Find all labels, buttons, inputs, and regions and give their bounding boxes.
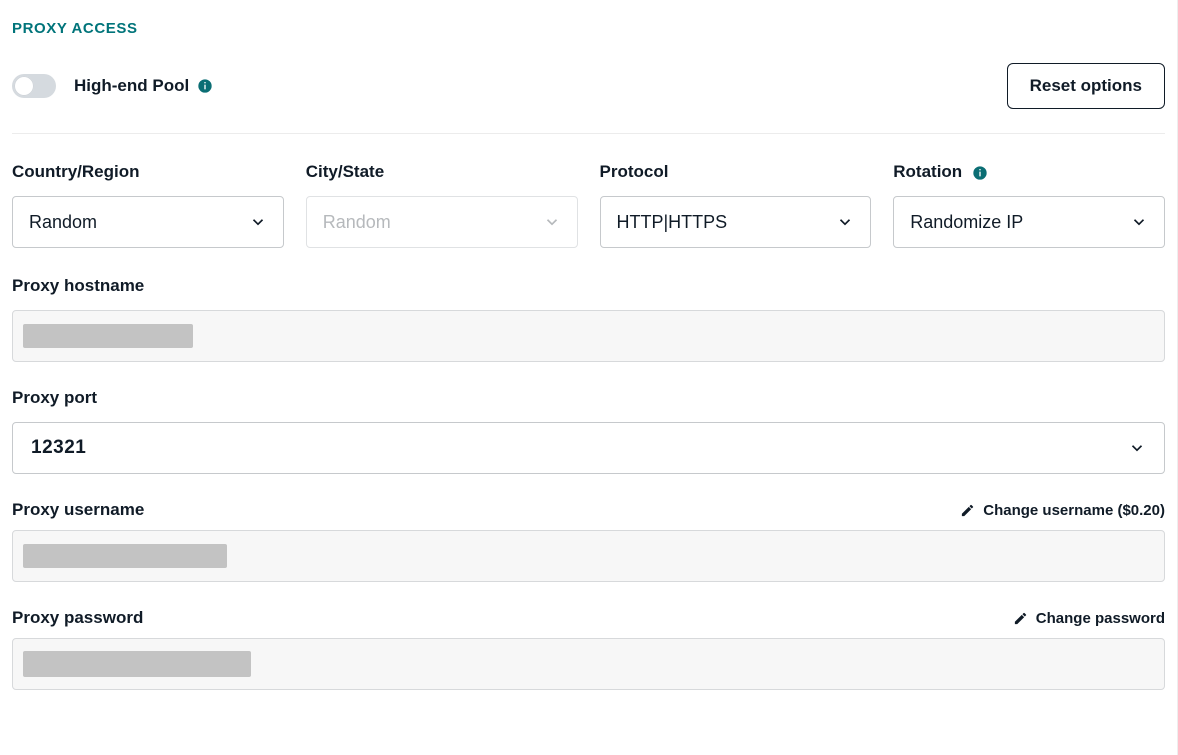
port-block: Proxy port 12321	[12, 388, 1165, 474]
port-value: 12321	[31, 437, 86, 459]
info-icon[interactable]	[972, 165, 988, 181]
hostname-label: Proxy hostname	[12, 276, 1165, 296]
hostname-skeleton	[23, 324, 193, 348]
protocol-select[interactable]: HTTP|HTTPS	[600, 196, 872, 248]
city-field: City/State Random	[306, 162, 578, 248]
country-field: Country/Region Random	[12, 162, 284, 248]
country-select[interactable]: Random	[12, 196, 284, 248]
info-icon[interactable]	[197, 78, 213, 94]
change-username-text: Change username ($0.20)	[983, 502, 1165, 519]
pencil-icon	[1013, 611, 1028, 626]
password-block: Proxy password Change password	[12, 608, 1165, 690]
change-username-link[interactable]: Change username ($0.20)	[960, 502, 1165, 519]
password-skeleton	[23, 651, 251, 677]
username-label-row: Proxy username Change username ($0.20)	[12, 500, 1165, 520]
reset-options-button[interactable]: Reset options	[1007, 63, 1165, 109]
pencil-icon	[960, 503, 975, 518]
section-title: PROXY ACCESS	[12, 20, 1165, 37]
protocol-value: HTTP|HTTPS	[617, 212, 728, 233]
username-input[interactable]	[12, 530, 1165, 582]
city-label: City/State	[306, 162, 578, 182]
high-end-pool-label-wrap: High-end Pool	[74, 76, 213, 96]
change-password-link[interactable]: Change password	[1013, 610, 1165, 627]
city-placeholder: Random	[323, 212, 391, 233]
password-input[interactable]	[12, 638, 1165, 690]
hostname-block: Proxy hostname	[12, 276, 1165, 362]
top-row: High-end Pool Reset options	[12, 63, 1165, 109]
rotation-value: Randomize IP	[910, 212, 1023, 233]
hostname-input[interactable]	[12, 310, 1165, 362]
port-label: Proxy port	[12, 388, 1165, 408]
port-select[interactable]: 12321	[12, 422, 1165, 474]
chevron-down-icon	[836, 213, 854, 231]
protocol-field: Protocol HTTP|HTTPS	[600, 162, 872, 248]
rotation-label-wrap: Rotation	[893, 162, 1165, 182]
divider	[12, 133, 1165, 134]
chevron-down-icon	[543, 213, 561, 231]
chevron-down-icon	[1130, 213, 1148, 231]
change-password-text: Change password	[1036, 610, 1165, 627]
protocol-label: Protocol	[600, 162, 872, 182]
password-label: Proxy password	[12, 608, 143, 628]
high-end-pool-toggle[interactable]	[12, 74, 56, 98]
rotation-field: Rotation Randomize IP	[893, 162, 1165, 248]
username-block: Proxy username Change username ($0.20)	[12, 500, 1165, 582]
chevron-down-icon	[1128, 439, 1146, 457]
rotation-select[interactable]: Randomize IP	[893, 196, 1165, 248]
high-end-pool-group: High-end Pool	[12, 74, 213, 98]
username-skeleton	[23, 544, 227, 568]
username-label: Proxy username	[12, 500, 144, 520]
country-value: Random	[29, 212, 97, 233]
chevron-down-icon	[249, 213, 267, 231]
password-label-row: Proxy password Change password	[12, 608, 1165, 628]
city-select: Random	[306, 196, 578, 248]
country-label: Country/Region	[12, 162, 284, 182]
top-fields-grid: Country/Region Random City/State Random …	[12, 162, 1165, 248]
high-end-pool-label: High-end Pool	[74, 76, 189, 96]
rotation-label: Rotation	[893, 162, 962, 182]
